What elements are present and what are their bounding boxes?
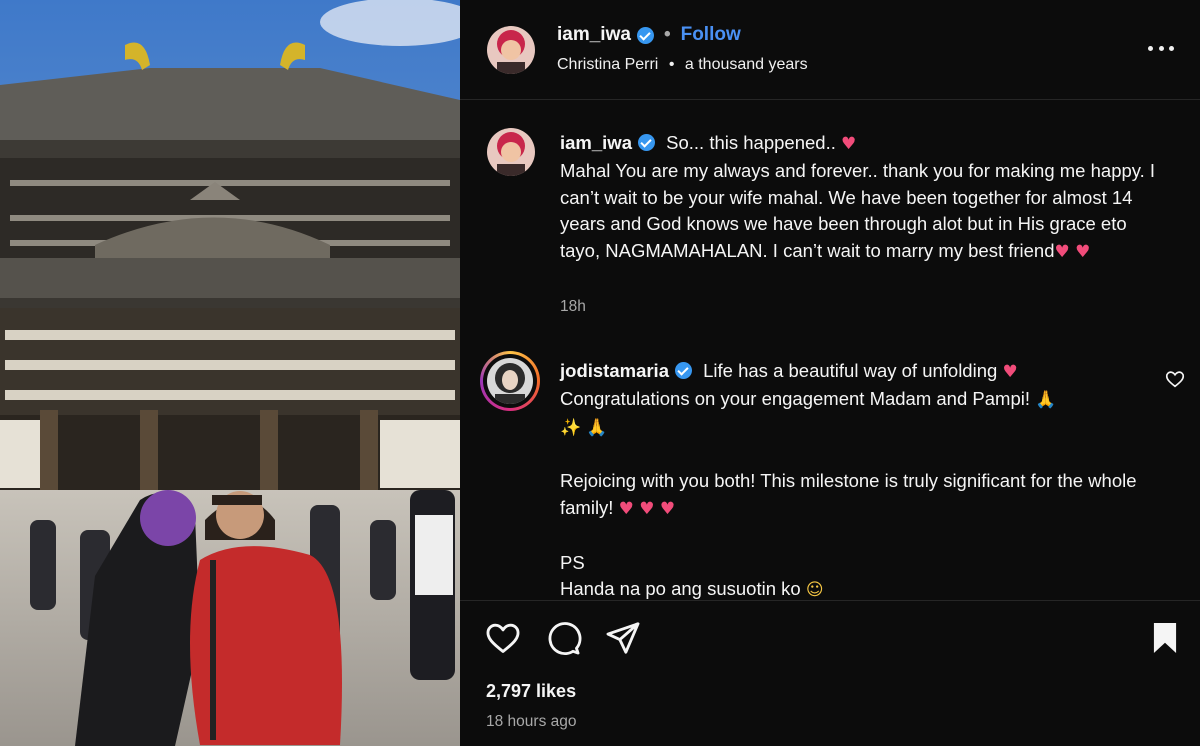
- comment-bubble-icon[interactable]: [544, 619, 582, 657]
- caption-text: iam_iwa So... this happened.. ♥ Mahal Yo…: [560, 130, 1170, 266]
- comment-ps-label: PS: [560, 551, 585, 573]
- praying-hands-emoji-icon: 🙏: [586, 417, 608, 438]
- author-username[interactable]: iam_iwa: [557, 24, 631, 46]
- avatar[interactable]: [487, 128, 535, 176]
- more-options-icon[interactable]: [1148, 38, 1174, 58]
- likes-count[interactable]: 2,797 likes: [486, 681, 576, 702]
- like-heart-icon[interactable]: [484, 619, 522, 657]
- author-row: iam_iwa • Follow: [557, 24, 741, 46]
- profile-picture: [487, 26, 535, 74]
- save-bookmark-icon[interactable]: [1146, 619, 1184, 657]
- verified-badge-icon: [636, 26, 654, 44]
- heart-emoji-icon: ♥: [841, 134, 857, 154]
- caption-username[interactable]: iam_iwa: [560, 132, 632, 153]
- sparkles-emoji-icon: ✨: [560, 417, 582, 438]
- post-header: iam_iwa • Follow Christina Perri • a tho…: [460, 0, 1200, 100]
- commenter-profile-picture: [487, 358, 533, 404]
- comment-first-line: Life has a beautiful way of unfolding: [703, 360, 998, 381]
- share-paper-plane-icon[interactable]: [604, 619, 642, 657]
- verified-badge-icon: [638, 134, 655, 151]
- comment-like-heart-icon[interactable]: [1164, 368, 1186, 390]
- post-time-ago[interactable]: 18 hours ago: [486, 713, 577, 731]
- caption-first-line: So... this happened..: [666, 132, 836, 153]
- music-separator: •: [668, 56, 675, 73]
- avatar: [487, 358, 533, 404]
- praying-hands-emoji-icon: 🙏: [1035, 389, 1057, 410]
- music-artist: Christina Perri: [557, 56, 659, 73]
- smiling-face-emoji-icon: ☺: [805, 580, 824, 601]
- post-photo[interactable]: [0, 0, 460, 746]
- comment-ps-text: Handa na po ang susuotin ko: [560, 578, 801, 600]
- story-ring[interactable]: [480, 351, 540, 411]
- caption-timestamp: 18h: [560, 298, 586, 315]
- heart-emoji-icon: ♥: [1002, 362, 1018, 382]
- comment-text: jodistamaria Life has a beautiful way of…: [560, 358, 1150, 604]
- avatar[interactable]: [487, 26, 535, 74]
- separator-dot: •: [663, 24, 671, 45]
- verified-badge-icon: [675, 362, 692, 379]
- follow-button[interactable]: Follow: [681, 24, 741, 46]
- heart-emoji-icon: ♥ ♥: [1054, 242, 1091, 263]
- post-actions-bar: 2,797 likes 18 hours ago: [460, 600, 1200, 746]
- comment-username[interactable]: jodistamaria: [560, 360, 669, 381]
- music-song: a thousand years: [684, 56, 808, 73]
- heart-emoji-icon: ♥ ♥ ♥: [618, 498, 676, 519]
- profile-picture: [487, 128, 535, 176]
- audio-attribution[interactable]: Christina Perri • a thousand years: [557, 56, 808, 74]
- post-detail-panel: iam_iwa • Follow Christina Perri • a tho…: [460, 0, 1200, 746]
- temple-photo-illustration: [0, 0, 460, 746]
- comment-congrats: Congratulations on your engagement Madam…: [560, 387, 1030, 409]
